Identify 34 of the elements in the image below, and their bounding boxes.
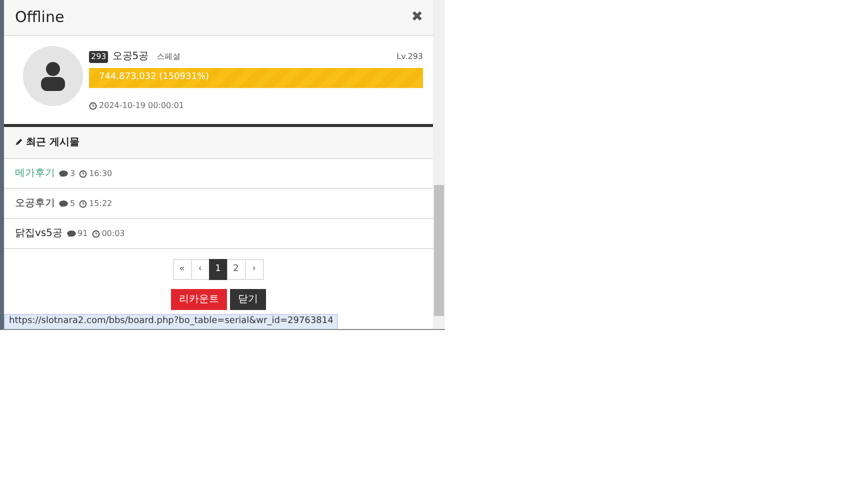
clock-icon bbox=[79, 200, 88, 208]
scrollbar[interactable] bbox=[433, 0, 445, 329]
close-button[interactable]: ✖ bbox=[411, 7, 423, 28]
post-time: 15:22 bbox=[89, 198, 112, 210]
scrollbar-thumb[interactable] bbox=[434, 185, 444, 316]
comment-count: 91 bbox=[78, 228, 88, 240]
window-title: Offline bbox=[15, 7, 64, 28]
level-badge: 293 bbox=[89, 50, 108, 62]
page-button[interactable]: ‹ bbox=[190, 259, 210, 280]
post-time: 00:03 bbox=[102, 228, 125, 240]
page-button[interactable]: 2 bbox=[226, 259, 246, 280]
member-name: 오공5공 bbox=[112, 50, 149, 64]
post-time: 16:30 bbox=[89, 168, 112, 180]
comment-icon bbox=[59, 170, 68, 178]
page-button[interactable]: « bbox=[172, 259, 192, 280]
last-login: 2024-10-19 00:00:01 bbox=[99, 100, 184, 112]
member-rank: 스페셜 bbox=[156, 50, 181, 62]
page-button[interactable]: › bbox=[244, 259, 264, 280]
section-title: 최근 게시물 bbox=[26, 136, 80, 150]
experience-fill: 744,873,032 (150931%) bbox=[89, 68, 423, 88]
level-label: Lv.293 bbox=[396, 50, 423, 62]
comment-count: 5 bbox=[70, 198, 76, 210]
comment-icon bbox=[66, 230, 76, 238]
clock-icon bbox=[79, 170, 88, 178]
clock-icon bbox=[89, 102, 97, 110]
action-button[interactable]: 리카운트 bbox=[171, 289, 227, 310]
status-url: https://slotnara2.com/bbs/board.php?bo_table=serial&wr_id=29763814 bbox=[4, 314, 338, 329]
comment-count: 3 bbox=[70, 168, 76, 180]
action-button[interactable]: 닫기 bbox=[230, 289, 266, 310]
comment-icon bbox=[59, 200, 68, 208]
post-link[interactable]: 닭집vs5공 bbox=[15, 226, 62, 241]
post-link[interactable]: 오공후기 bbox=[15, 196, 55, 211]
page-button[interactable]: 1 bbox=[208, 259, 228, 280]
clock-icon bbox=[92, 230, 100, 238]
